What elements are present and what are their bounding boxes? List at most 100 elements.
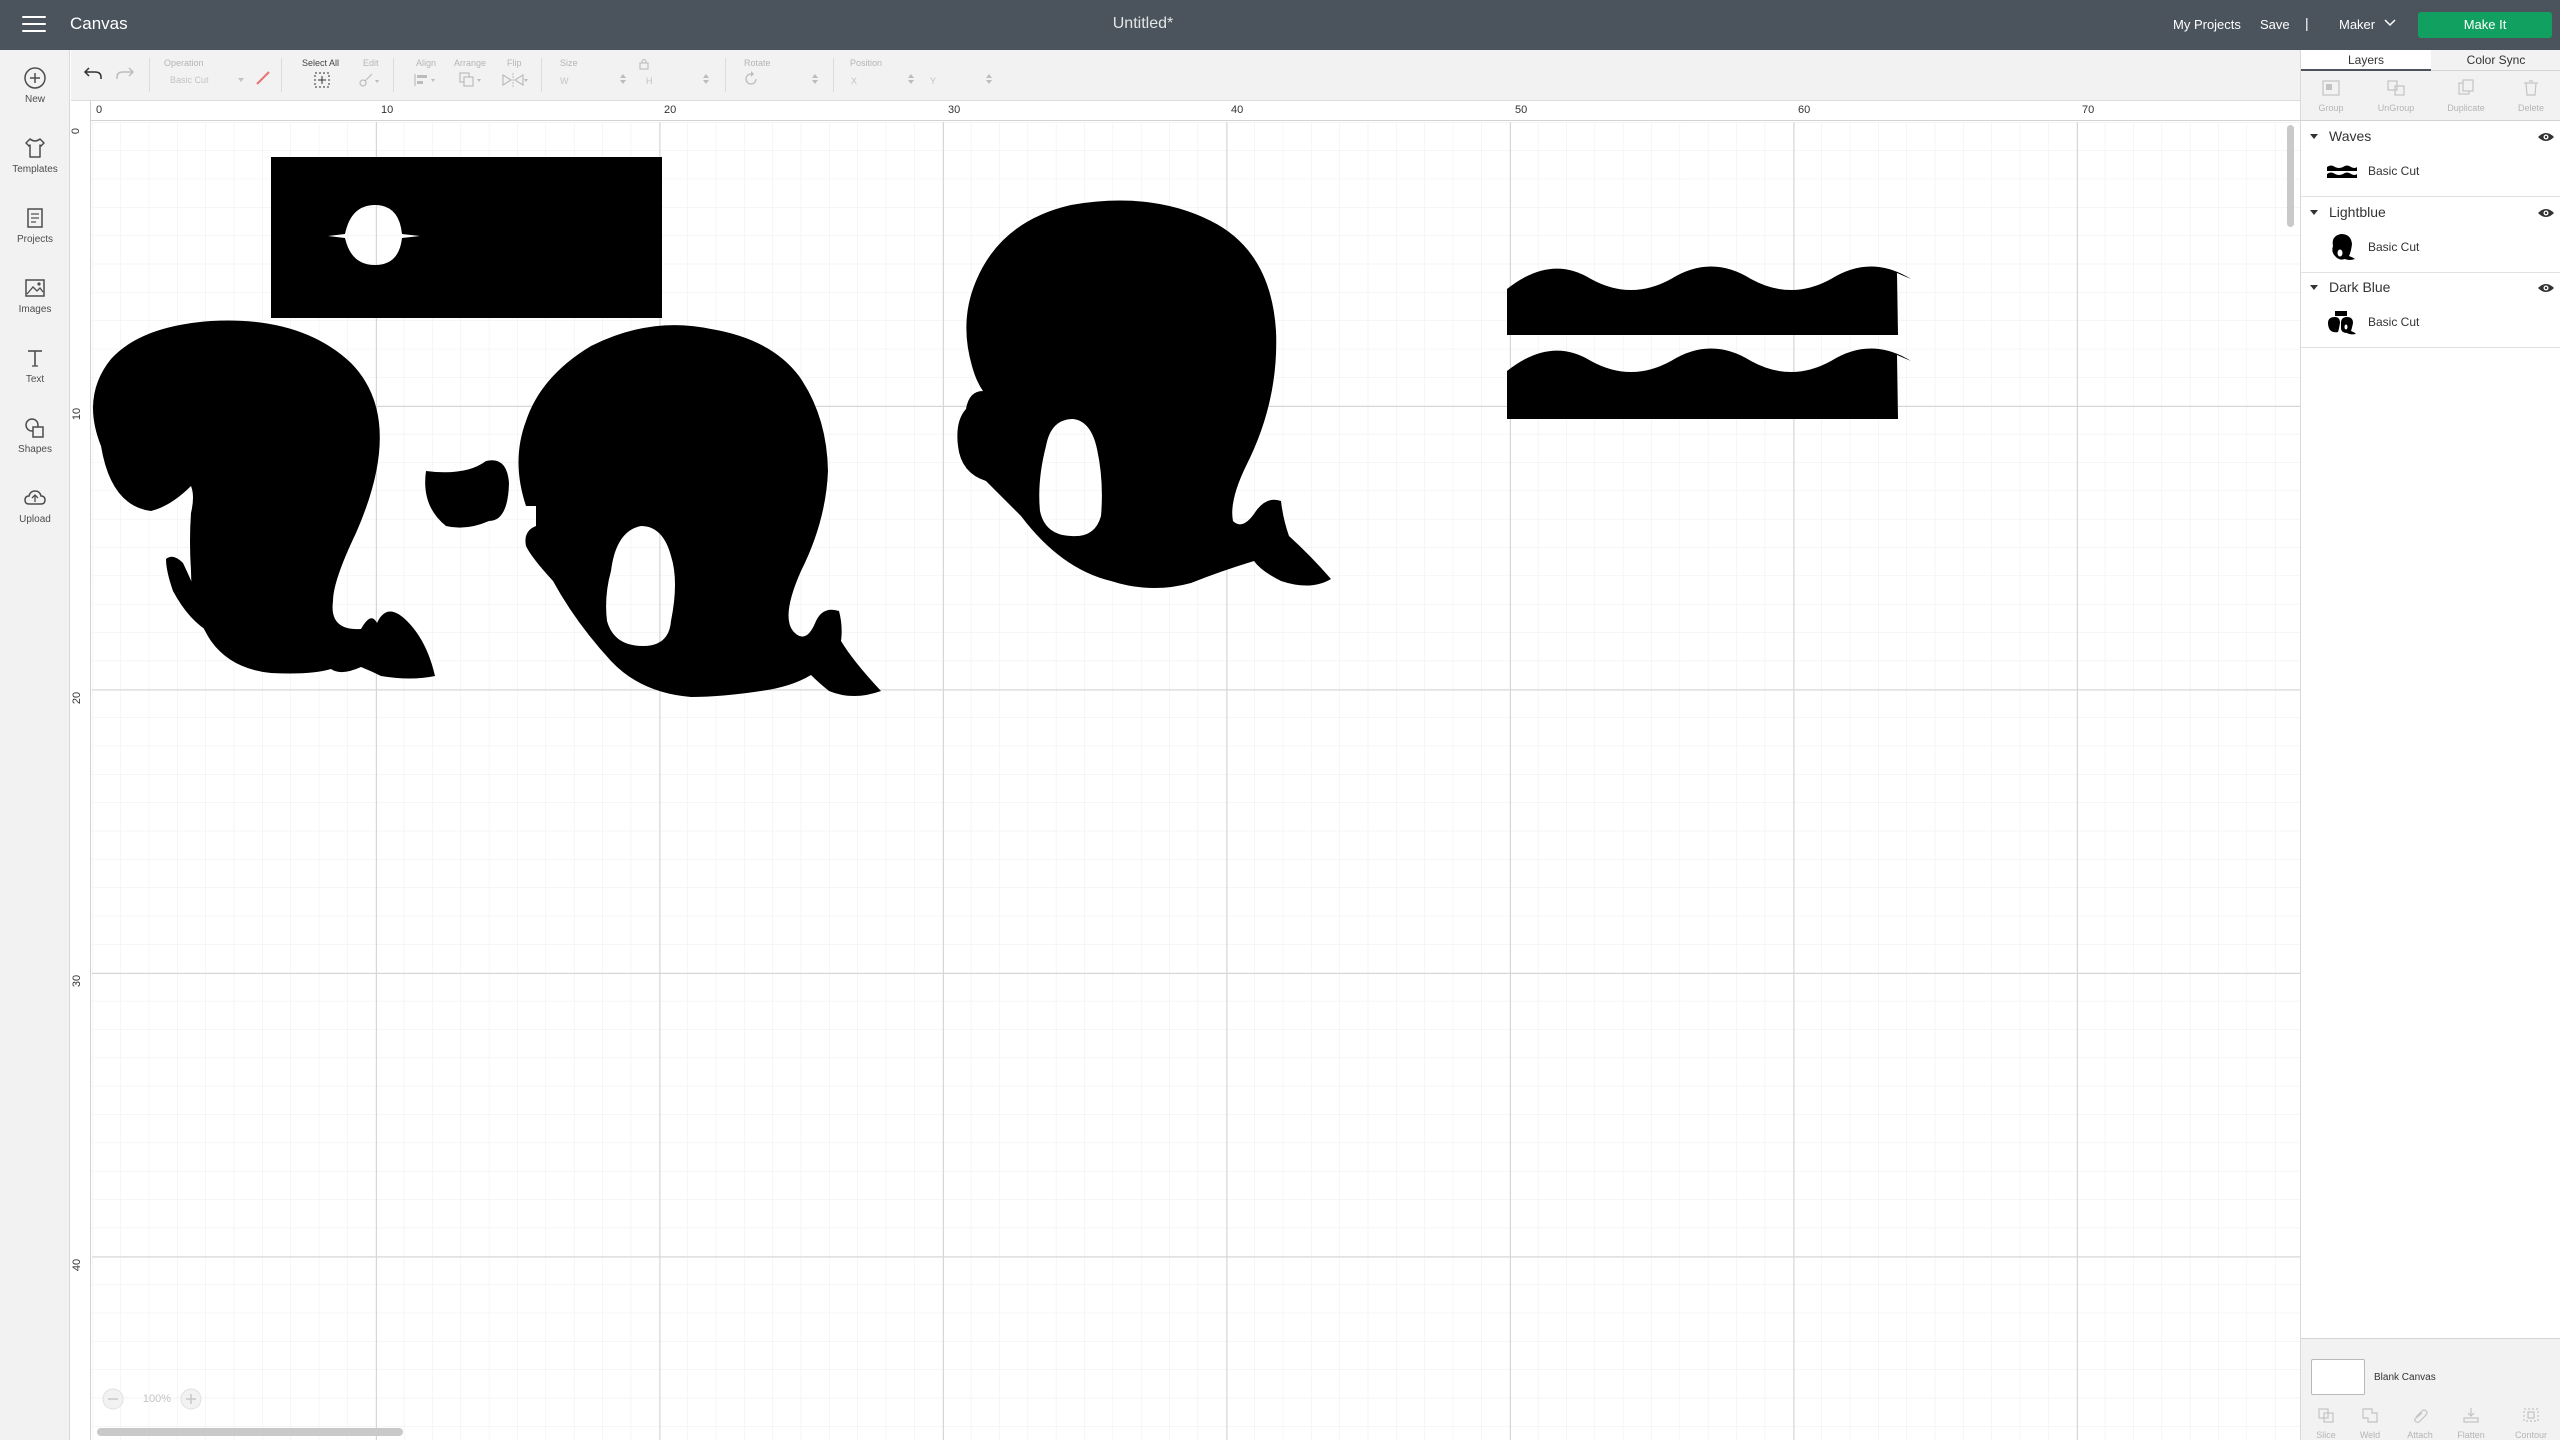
group-icon — [2322, 80, 2340, 96]
ungroup-icon — [2387, 80, 2405, 96]
tool-label: Weld — [2359, 1430, 2381, 1440]
eye-icon[interactable] — [2537, 281, 2555, 295]
flip-icon[interactable] — [501, 71, 529, 89]
horizontal-scrollbar[interactable] — [97, 1428, 403, 1436]
zoom-in-button[interactable] — [178, 1386, 204, 1412]
nav-upload[interactable]: Upload — [0, 485, 70, 545]
whales-thumbnail — [2328, 311, 2356, 335]
weld-button[interactable]: Weld — [2345, 1407, 2395, 1440]
position-y-label: Y — [930, 76, 937, 86]
rotate-label: Rotate — [744, 58, 771, 68]
tool-label: Group — [2318, 103, 2344, 113]
edit-label: Edit — [363, 58, 379, 68]
document-title[interactable]: Untitled* — [0, 15, 2286, 33]
layer-group-lightblue[interactable]: Lightblue Basic Cut — [2301, 198, 2560, 273]
ruler-label: 40 — [1231, 104, 1244, 116]
bottom-panel: Blank Canvas Slice Weld Attach Flatten C… — [2301, 1338, 2560, 1440]
whale-shape-single[interactable] — [957, 200, 1331, 589]
nav-label: Text — [25, 374, 45, 385]
contour-icon — [2523, 1408, 2539, 1422]
eye-icon[interactable] — [2537, 130, 2555, 144]
position-x-label: X — [851, 76, 858, 86]
lock-icon[interactable] — [639, 58, 649, 70]
stepper-icon[interactable] — [619, 72, 627, 86]
layer-name: Waves — [2329, 128, 2372, 144]
ruler-vertical: 0 10 20 30 40 — [70, 101, 91, 1440]
ungroup-button[interactable]: UnGroup — [2366, 71, 2426, 121]
align-icon[interactable] — [412, 71, 438, 89]
undo-icon[interactable] — [83, 64, 103, 82]
layer-operation: Basic Cut — [2368, 315, 2420, 329]
machine-select[interactable]: Maker — [2339, 17, 2375, 32]
nav-images[interactable]: Images — [0, 275, 70, 335]
ruler-label: 40 — [71, 1258, 84, 1272]
eye-icon[interactable] — [2537, 206, 2555, 220]
tool-label: Slice — [2316, 1430, 2336, 1440]
image-icon — [25, 279, 45, 297]
paperclip-icon — [2414, 1409, 2428, 1423]
stepper-icon[interactable] — [811, 72, 819, 86]
toolbar-divider — [541, 58, 542, 92]
pen-color-icon[interactable] — [255, 70, 271, 86]
shirt-icon — [25, 138, 45, 158]
design-canvas[interactable]: 100% — [71, 101, 2300, 1440]
waves-shape[interactable] — [1507, 266, 1911, 420]
chevron-down-icon[interactable] — [2383, 15, 2397, 29]
tab-layers[interactable]: Layers — [2301, 50, 2431, 71]
arrange-icon[interactable] — [458, 71, 484, 89]
ruler-horizontal: 0 10 20 30 40 50 60 70 — [71, 101, 2300, 121]
stepper-icon[interactable] — [907, 72, 915, 86]
toolbar-divider — [725, 58, 726, 92]
nav-shapes[interactable]: Shapes — [0, 415, 70, 475]
whale-shape-dark-blue[interactable] — [93, 320, 509, 679]
operation-select[interactable]: Basic Cut — [170, 75, 209, 85]
stepper-icon[interactable] — [702, 72, 710, 86]
whale-shape-lightblue[interactable] — [518, 325, 882, 697]
blank-canvas-swatch[interactable] — [2311, 1359, 2365, 1395]
duplicate-icon — [2458, 79, 2474, 95]
redo-icon[interactable] — [115, 64, 135, 82]
caret-down-icon[interactable] — [2309, 207, 2319, 217]
my-projects-link[interactable]: My Projects — [2173, 17, 2241, 32]
edit-toolbar: Operation Basic Cut Select All Edit Alig… — [71, 50, 2300, 101]
flatten-button[interactable]: Flatten — [2446, 1407, 2496, 1440]
contour-button[interactable]: Contour — [2506, 1407, 2556, 1440]
tool-label: Delete — [2517, 103, 2544, 113]
delete-button[interactable]: Delete — [2501, 71, 2560, 121]
caret-down-icon[interactable] — [2309, 282, 2319, 292]
nav-new[interactable]: New — [0, 65, 70, 125]
select-all-icon[interactable] — [313, 71, 331, 89]
top-header-bar: Canvas Untitled* My Projects Save | Make… — [0, 0, 2560, 50]
projects-icon — [27, 208, 43, 228]
slice-icon — [2318, 1408, 2334, 1423]
header-separator: | — [2305, 15, 2309, 31]
layer-group-waves[interactable]: Waves Basic Cut — [2301, 122, 2560, 197]
vertical-scrollbar[interactable] — [2287, 125, 2294, 227]
save-link[interactable]: Save — [2260, 17, 2290, 32]
group-button[interactable]: Group — [2301, 71, 2361, 121]
arrange-label: Arrange — [454, 58, 487, 68]
tab-color-sync[interactable]: Color Sync — [2431, 50, 2560, 71]
position-label: Position — [850, 58, 883, 68]
duplicate-button[interactable]: Duplicate — [2436, 71, 2496, 121]
stepper-icon[interactable] — [985, 72, 993, 86]
flag-rectangle-shape[interactable] — [271, 157, 662, 318]
edit-tools-icon[interactable] — [357, 71, 381, 89]
slice-button[interactable]: Slice — [2301, 1407, 2351, 1440]
toolbar-divider — [393, 58, 394, 92]
layer-group-dark-blue[interactable]: Dark Blue Basic Cut — [2301, 273, 2560, 348]
nav-label: Shapes — [18, 444, 52, 455]
zoom-out-button[interactable] — [100, 1386, 126, 1412]
attach-button[interactable]: Attach — [2395, 1407, 2445, 1440]
nav-label: Templates — [12, 164, 58, 175]
ruler-label: 70 — [2082, 104, 2095, 116]
align-label: Align — [416, 58, 437, 68]
nav-templates[interactable]: Templates — [0, 135, 70, 195]
nav-projects[interactable]: Projects — [0, 205, 70, 265]
shapes-icon — [25, 418, 44, 438]
caret-down-icon[interactable] — [2309, 131, 2319, 141]
make-it-button[interactable]: Make It — [2418, 12, 2552, 38]
tool-label: Attach — [2407, 1430, 2433, 1440]
layer-operation: Basic Cut — [2368, 240, 2420, 254]
nav-text[interactable]: Text — [0, 345, 70, 405]
